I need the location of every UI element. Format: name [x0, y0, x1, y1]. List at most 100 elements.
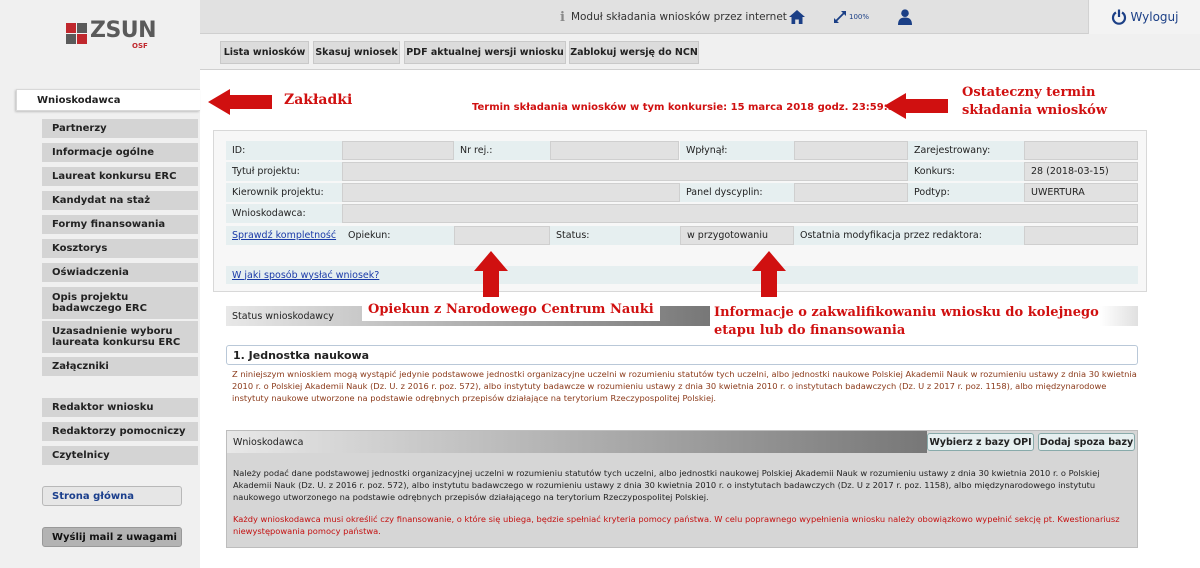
state-aid-warning: Każdy wnioskodawca musi określić czy fin… [233, 514, 1120, 536]
module-info: i Moduł składania wniosków przez interne… [560, 0, 787, 34]
zarejestrowany-field [1024, 141, 1138, 160]
section-title: 1. Jednostka naukowa [226, 345, 1138, 365]
annotation-termin-line2: składania wniosków [962, 103, 1108, 118]
check-completeness-link[interactable]: Sprawdź kompletność [232, 230, 336, 241]
info-icon: i [560, 9, 565, 25]
kierownik-field [342, 183, 680, 202]
annotation-informacje: Informacje o zakwalifikowaniu wniosku do… [712, 304, 1100, 340]
sidebar-item-label: Kosztorys [52, 243, 108, 254]
power-icon [1111, 9, 1126, 25]
status-label: Status: [550, 226, 680, 245]
sidebar-item-label: Formy finansowania [52, 219, 166, 230]
pdf-current-version-button[interactable]: PDF aktualnej wersji wniosku [404, 41, 566, 64]
wplynal-label: Wpłynął: [680, 141, 794, 160]
zoom-label: 100% [848, 13, 869, 21]
top-bar: i Moduł składania wniosków przez interne… [200, 0, 1200, 34]
tytul-label: Tytuł projektu: [226, 162, 342, 181]
status-field: w przygotowaniu [680, 226, 794, 245]
konkurs-label: Konkurs: [908, 162, 1024, 181]
user-icon[interactable] [894, 0, 916, 34]
kierownik-label: Kierownik projektu: [226, 183, 342, 202]
sidebar-item-label: Kandydat na staż [52, 195, 151, 206]
sidebar-item-redaktorzy-pomocniczy[interactable]: Redaktorzy pomocniczy [42, 422, 198, 442]
add-outside-db-button[interactable]: Dodaj spoza bazy [1038, 433, 1135, 451]
opiekun-label: Opiekun: [342, 226, 454, 245]
how-to-send-row: W jaki sposób wysłać wniosek? [226, 266, 1138, 284]
opiekun-field [454, 226, 550, 245]
list-applications-button[interactable]: Lista wniosków [220, 41, 309, 64]
sidebar-item-redaktor-wniosku[interactable]: Redaktor wniosku [42, 398, 198, 418]
annotation-zakladki: Zakładki [284, 92, 410, 110]
sidebar-item-label: Redaktorzy pomocniczy [52, 426, 186, 437]
applicant-status-bar-end [1100, 306, 1138, 326]
wnioskodawca-field [342, 204, 1138, 223]
sidebar-item-laureat-erc[interactable]: Laureat konkursu ERC [42, 167, 198, 187]
logo-mark-icon [66, 23, 88, 45]
konkurs-field: 28 (2018-03-15) [1024, 162, 1138, 181]
send-mail-button[interactable]: Wyślij mail z uwagami [42, 527, 182, 547]
how-to-send-link[interactable]: W jaki sposób wysłać wniosek? [232, 270, 379, 281]
annotation-opiekun: Opiekun z Narodowego Centrum Nauki [362, 301, 660, 321]
sidebar-item-label: Opis projektu badawczego ERC [52, 292, 147, 314]
sidebar-item-label: Wnioskodawca [37, 94, 121, 106]
annotation-informacje-line2: etapu lub do finansowania [714, 323, 906, 338]
sidebar-item-wnioskodawca[interactable]: Wnioskodawca [16, 89, 200, 111]
arrow-left-icon [208, 89, 272, 115]
section-wnioskodawca: Wnioskodawca Wybierz z bazy OPI Dodaj sp… [226, 430, 1138, 548]
nrrej-field [550, 141, 679, 160]
sidebar-item-label: Załączniki [52, 361, 109, 372]
check-completeness-cell: Sprawdź kompletność [226, 226, 342, 245]
module-label: Moduł składania wniosków przez internet [570, 11, 787, 23]
section-header: Wnioskodawca [227, 431, 927, 453]
sidebar-item-uzasadnienie[interactable]: Uzasadnienie wyboru laureata konkursu ER… [42, 321, 198, 354]
nrrej-label: Nr rej.: [454, 141, 550, 160]
arrow-up-icon [474, 251, 508, 297]
sidebar-item-label: Czytelnicy [52, 450, 110, 461]
sidebar-item-kosztorys[interactable]: Kosztorys [42, 239, 198, 259]
sidebar-item-kandydat-na-staz[interactable]: Kandydat na staż [42, 191, 198, 211]
section-description: Należy podać dane podstawowej jednostki … [233, 468, 1100, 502]
annotation-termin-line1: Ostateczny termin [962, 85, 1096, 100]
zoom-button[interactable]: 100% [828, 0, 874, 34]
home-icon[interactable] [784, 0, 810, 34]
section-jednostka-naukowa: 1. Jednostka naukowa Z niniejszym wniosk… [226, 345, 1138, 413]
id-label: ID: [226, 141, 342, 160]
modyfikacja-label: Ostatnia modyfikacja przez redaktora: [794, 226, 1024, 245]
sidebar: ZSUN OSF Wnioskodawca Partnerzy Informac… [0, 0, 200, 568]
modyfikacja-field [1024, 226, 1138, 245]
id-field [342, 141, 454, 160]
sidebar-item-informacje-ogolne[interactable]: Informacje ogólne [42, 143, 198, 163]
wplynal-field [794, 141, 908, 160]
sidebar-item-label: Informacje ogólne [52, 147, 155, 158]
sidebar-item-label: Uzasadnienie wyboru laureata konkursu ER… [52, 326, 181, 348]
podtyp-label: Podtyp: [908, 183, 1024, 202]
select-from-opi-button[interactable]: Wybierz z bazy OPI [927, 433, 1034, 451]
zoom-icon [833, 11, 846, 23]
sidebar-item-formy-finansowania[interactable]: Formy finansowania [42, 215, 198, 235]
sidebar-item-label: Laureat konkursu ERC [52, 171, 177, 182]
deadline-text: Termin składania wniosków w tym konkursi… [472, 102, 902, 113]
delete-application-button[interactable]: Skasuj wniosek [313, 41, 400, 64]
panel-label: Panel dyscyplin: [680, 183, 794, 202]
sidebar-item-label: Partnerzy [52, 123, 107, 134]
app-logo[interactable]: ZSUN OSF [66, 18, 176, 50]
sidebar-item-czytelnicy[interactable]: Czytelnicy [42, 446, 198, 466]
logo-text: ZSUN [90, 18, 157, 43]
arrow-left-icon [884, 93, 948, 119]
arrow-up-icon [752, 251, 786, 297]
wnioskodawca-label: Wnioskodawca: [226, 204, 342, 223]
lock-version-button[interactable]: Zablokuj wersję do NCN [569, 41, 699, 64]
sidebar-item-zalaczniki[interactable]: Załączniki [42, 357, 198, 377]
annotation-termin: Ostateczny termin składania wniosków [962, 84, 1107, 120]
tytul-field [342, 162, 908, 181]
logout-label: Wyloguj [1130, 10, 1179, 24]
annotation-informacje-line1: Informacje o zakwalifikowaniu wniosku do… [714, 305, 1099, 320]
home-button[interactable]: Strona główna [42, 486, 182, 506]
zarejestrowany-label: Zarejestrowany: [908, 141, 1024, 160]
sidebar-item-oswiadczenia[interactable]: Oświadczenia [42, 263, 198, 283]
sidebar-item-partnerzy[interactable]: Partnerzy [42, 119, 198, 139]
logo-subtext: OSF [132, 42, 148, 50]
logout-button[interactable]: Wyloguj [1088, 0, 1200, 34]
sidebar-item-label: Oświadczenia [52, 267, 129, 278]
sidebar-item-opis-projektu[interactable]: Opis projektu badawczego ERC [42, 287, 198, 320]
